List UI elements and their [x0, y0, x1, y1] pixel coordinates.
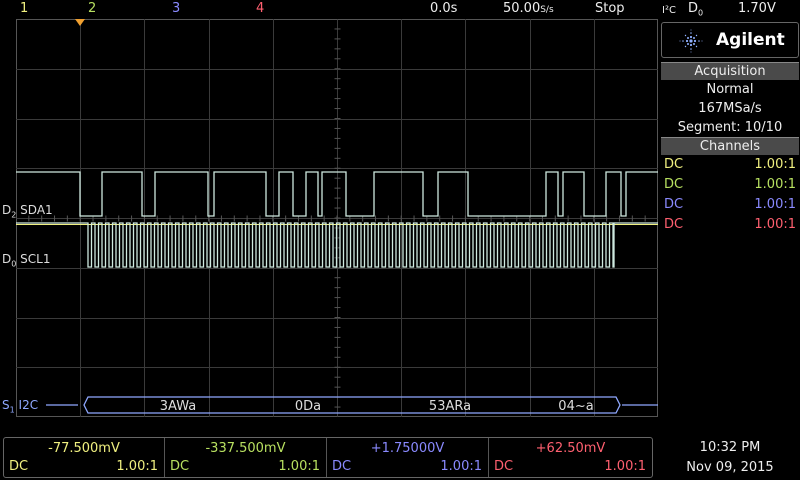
trigger-source[interactable]: D0 [688, 1, 703, 22]
trigger-source-index: 0 [698, 8, 704, 18]
serial-label-prefix: S [2, 398, 10, 412]
channel-3-offset: +1.75000V [370, 441, 445, 456]
channel-3-label[interactable]: 3 [172, 1, 180, 17]
channel-2-offset: -337.500mV [205, 441, 286, 456]
time-reference[interactable]: 0.0s [430, 1, 457, 17]
clock-time: 10:32 PM [699, 440, 761, 455]
channel-1-meas-probe: 1.00:1 [116, 459, 158, 474]
scl-waveform [16, 222, 658, 268]
trigger-position-marker [75, 19, 85, 26]
channel-4-label[interactable]: 4 [256, 1, 264, 17]
serial-label-name: I2C [18, 398, 39, 412]
channel-1-measurement[interactable]: -77.500mV DC 1.00:1 [4, 438, 165, 477]
channel-measurement-bar: -77.500mV DC 1.00:1 -337.500mV DC 1.00:1… [3, 437, 653, 478]
sda-label[interactable]: D2 SDA1 [2, 203, 53, 222]
agilent-logo: Agilent [661, 22, 799, 58]
channel-2-meas-probe: 1.00:1 [278, 459, 320, 474]
sda-label-prefix: D [2, 203, 12, 217]
channel-2-label[interactable]: 2 [88, 1, 96, 17]
channel-1-offset: -77.500mV [48, 441, 120, 456]
acquisition-mode: Normal [706, 82, 754, 97]
agilent-spark-icon [679, 29, 703, 53]
channel-3-meas-coupling: DC [332, 459, 352, 474]
clock-date: Nov 09, 2015 [686, 460, 774, 475]
channels-header[interactable]: Channels [661, 137, 799, 155]
acquisition-segment: Segment: 10/10 [677, 120, 783, 135]
brand-name: Agilent [716, 30, 785, 50]
channel-4-meas-probe: 1.00:1 [604, 459, 646, 474]
run-state[interactable]: Stop [595, 1, 625, 17]
scl-label[interactable]: D0 SCL1 [2, 252, 51, 271]
scl-label-name: SCL1 [20, 252, 51, 266]
scl-label-index: 0 [11, 259, 17, 269]
channel-1-label[interactable]: 1 [20, 1, 28, 17]
channel-3-measurement[interactable]: +1.75000V DC 1.00:1 [327, 438, 489, 477]
channel-2-probe: 1.00:1 [754, 177, 796, 192]
channel-4-probe: 1.00:1 [754, 217, 796, 232]
acquisition-rate: 167MSa/s [698, 101, 762, 116]
channel-2-coupling: DC [664, 177, 684, 192]
decode-packet-4: 04~a [558, 399, 593, 414]
sda-label-name: SDA1 [20, 203, 53, 217]
channel-4-row[interactable]: DC 1.00:1 [661, 215, 799, 235]
decode-packet-1: 3AWa [160, 399, 196, 414]
clock: 10:32 PM Nov 09, 2015 [660, 438, 800, 478]
channel-2-measurement[interactable]: -337.500mV DC 1.00:1 [165, 438, 327, 477]
channel-3-probe: 1.00:1 [754, 197, 796, 212]
sample-rate-unit: S/s [540, 5, 554, 15]
channel-1-coupling: DC [664, 157, 684, 172]
decode-packet-3: 53ARa [429, 399, 471, 414]
trigger-source-letter: D [688, 1, 699, 16]
channel-3-row[interactable]: DC 1.00:1 [661, 195, 799, 215]
channel-3-coupling: DC [664, 197, 684, 212]
decode-packet-2: 0Da [295, 399, 321, 414]
status-bar: 1 2 3 4 0.0s 50.00S/s Stop I²C D0 1.70V [0, 0, 800, 18]
channel-2-meas-coupling: DC [170, 459, 190, 474]
serial-label-index: 1 [9, 405, 15, 415]
graticule: 3AWa 0Da 53ARa 04~a [16, 19, 658, 417]
sample-rate-value: 50.00 [503, 1, 541, 16]
scl-label-prefix: D [2, 252, 12, 266]
channel-4-coupling: DC [664, 217, 684, 232]
serial-label[interactable]: S1 I2C [2, 398, 38, 417]
channel-1-row[interactable]: DC 1.00:1 [661, 155, 799, 175]
channel-1-meas-coupling: DC [9, 459, 29, 474]
sda-label-index: 2 [11, 210, 17, 220]
channel-4-offset: +62.50mV [535, 441, 606, 456]
channel-1-probe: 1.00:1 [754, 157, 796, 172]
trigger-level[interactable]: 1.70V [738, 1, 776, 17]
channel-3-meas-probe: 1.00:1 [440, 459, 482, 474]
waveform-display[interactable]: 3AWa 0Da 53ARa 04~a D2 SDA1 D0 SCL1 S1 I2C [2, 19, 658, 417]
channel-2-row[interactable]: DC 1.00:1 [661, 175, 799, 195]
sample-rate[interactable]: 50.00S/s [503, 1, 554, 18]
side-panel: Agilent Acquisition Normal 167MSa/s Segm… [661, 22, 799, 242]
trigger-type[interactable]: I²C [662, 3, 676, 19]
channel-4-measurement[interactable]: +62.50mV DC 1.00:1 [489, 438, 652, 477]
channel-4-meas-coupling: DC [494, 459, 514, 474]
acquisition-header[interactable]: Acquisition [661, 62, 799, 80]
